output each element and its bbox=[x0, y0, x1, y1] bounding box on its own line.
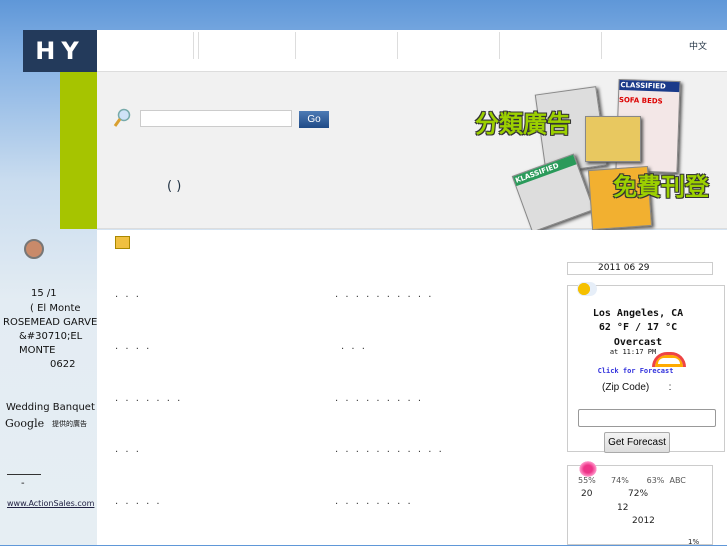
stats-line: 72% bbox=[628, 489, 649, 499]
listing-item[interactable]: · · · · · · · · · · · bbox=[335, 447, 444, 458]
classified-banner-image[interactable]: CLASSIFIED SOFA BEDS KLASSIFIED 分類廣告 免費刊登 bbox=[475, 78, 727, 233]
ad-by-text: 提供的廣告 bbox=[52, 420, 87, 428]
newspaper-icon bbox=[24, 239, 44, 259]
actionsales-link[interactable]: www.ActionSales.com bbox=[7, 499, 94, 508]
address-line: ( El Monte bbox=[30, 303, 81, 314]
paren-text: ( ) bbox=[167, 179, 182, 194]
stats-line: 55% 74% 63% ABC bbox=[578, 476, 686, 485]
main-listings: · · · · · · · · · · · · · · · · · · · · … bbox=[97, 230, 563, 545]
go-button[interactable]: Go bbox=[299, 111, 329, 128]
hero-section: Go ( ) CLASSIFIED SOFA BEDS KLASSIFIED 分類… bbox=[97, 72, 727, 233]
ad-title[interactable]: Wedding Banquet bbox=[6, 402, 95, 413]
address-line: ROSEMEAD GARVE bbox=[3, 317, 97, 328]
listing-item[interactable]: · · · · · · · · · · bbox=[335, 292, 433, 303]
stats-line: 2012 bbox=[632, 516, 655, 526]
language-link[interactable]: 中文 bbox=[689, 39, 707, 52]
top-nav: 中文 bbox=[97, 30, 727, 72]
banner-text-classified: 分類廣告 bbox=[475, 110, 571, 138]
get-forecast-button[interactable]: Get Forecast bbox=[604, 432, 670, 453]
dash-text: - bbox=[21, 478, 25, 489]
logo[interactable]: HY bbox=[23, 30, 97, 72]
zip-input[interactable] bbox=[578, 409, 716, 427]
stats-line: 12 bbox=[617, 503, 629, 513]
weather-temp: 62 °F / 17 °C bbox=[598, 322, 678, 333]
weather-widget: Los Angeles, CA 62 °F / 17 °C Overcast a… bbox=[567, 282, 725, 453]
listing-item[interactable]: · · · · · · · bbox=[115, 396, 182, 407]
listing-item[interactable]: · · · · · bbox=[115, 499, 162, 510]
google-logo: Google bbox=[5, 417, 45, 430]
weather-city: Los Angeles, CA bbox=[592, 308, 684, 319]
weather-condition: Overcast bbox=[613, 337, 663, 348]
listing-item[interactable]: · · · · · · · · bbox=[335, 499, 413, 510]
stats-widget: 55% 74% 63% ABC 20 72% 12 2012 1% bbox=[567, 460, 713, 546]
banner-text-free: 免費刊登 bbox=[613, 173, 709, 201]
accent-bar bbox=[60, 72, 97, 229]
right-sidebar: 2011 06 29 Los Angeles, CA 62 °F / 17 °C… bbox=[563, 230, 727, 546]
weather-icon bbox=[577, 282, 597, 296]
listing-item[interactable]: · · · bbox=[341, 344, 367, 355]
address-line: 15 /1 bbox=[31, 288, 57, 299]
forecast-link[interactable]: Click for Forecast bbox=[568, 367, 703, 375]
stats-line: 20 bbox=[581, 489, 593, 499]
newspaper-image bbox=[585, 116, 641, 162]
nav-tab-3[interactable] bbox=[296, 32, 398, 59]
listing-item[interactable]: · · · · · · · · · bbox=[335, 396, 423, 407]
search-icon bbox=[113, 108, 131, 128]
nav-tab-5[interactable] bbox=[500, 32, 602, 59]
zip-label: (Zip Code) : bbox=[602, 382, 672, 393]
date-display: 2011 06 29 bbox=[567, 262, 713, 275]
nav-tab-4[interactable] bbox=[398, 32, 500, 59]
address-line: 0622 bbox=[50, 359, 76, 370]
nav-tab-1b bbox=[97, 32, 194, 59]
address-line: &#30710;EL bbox=[19, 331, 83, 342]
address-line: MONTE bbox=[19, 345, 56, 356]
folder-icon bbox=[115, 236, 130, 249]
nav-tab-2[interactable] bbox=[194, 32, 296, 59]
listing-item[interactable]: · · · · bbox=[115, 344, 151, 355]
left-sidebar: 15 /1 ( El Monte ROSEMEAD GARVE &#30710;… bbox=[0, 230, 97, 545]
listing-item[interactable]: · · · bbox=[115, 292, 141, 303]
listing-item[interactable]: · · · bbox=[115, 447, 141, 458]
search-input[interactable] bbox=[140, 110, 292, 127]
divider bbox=[7, 474, 41, 475]
